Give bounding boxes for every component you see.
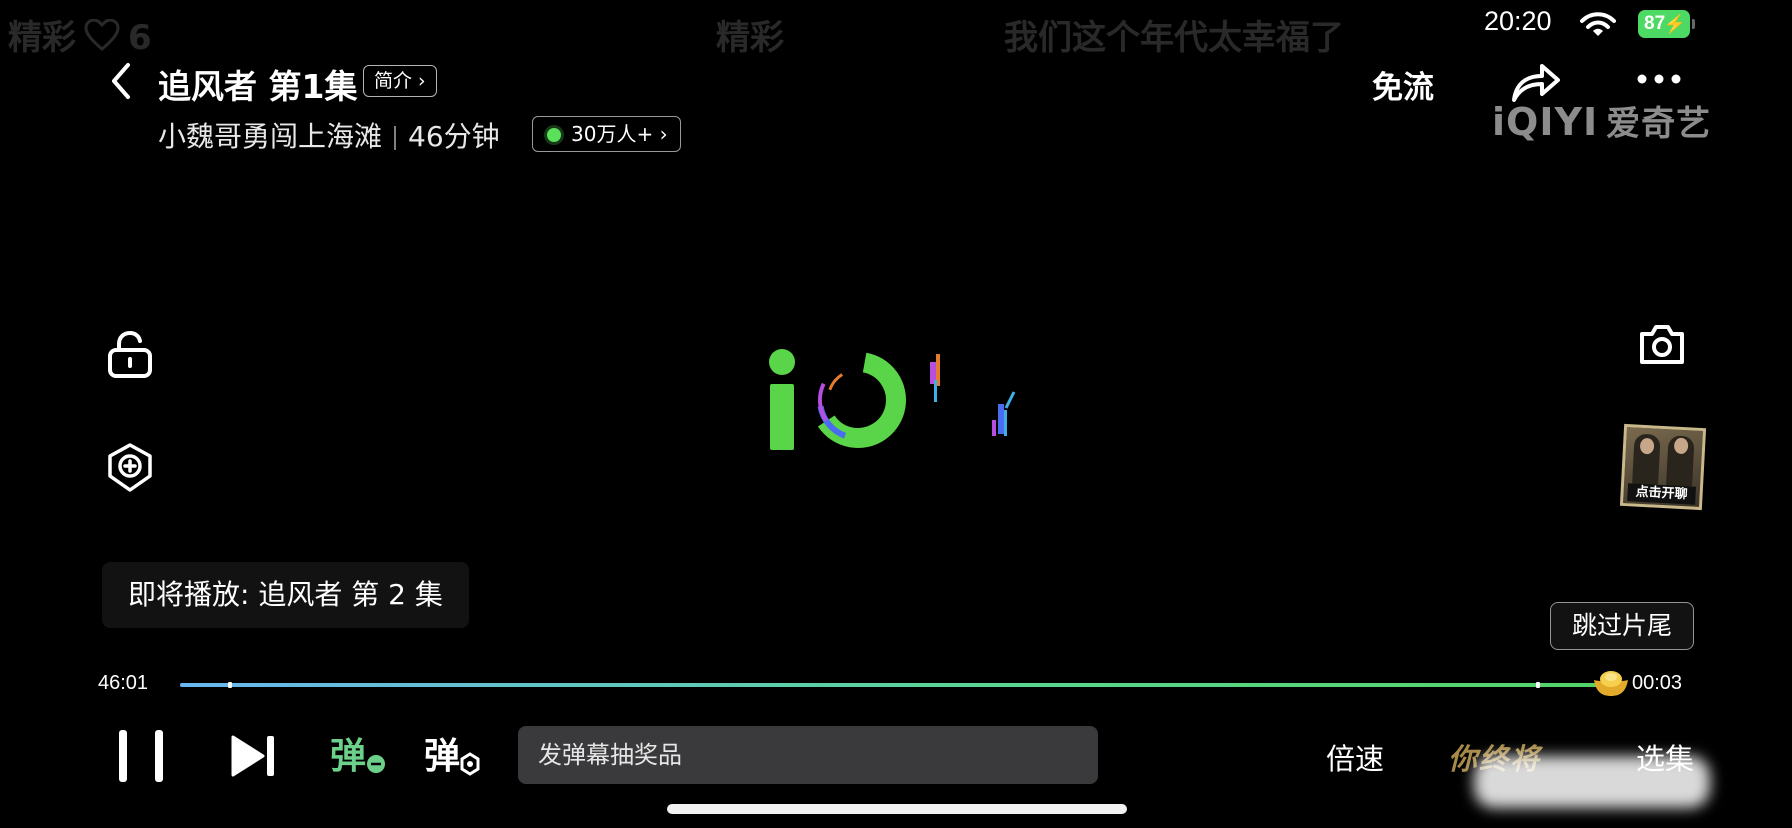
danmaku-like-count: 6	[128, 18, 152, 58]
pause-icon[interactable]	[116, 728, 166, 788]
status-time: 20:20	[1484, 6, 1552, 36]
danmaku-comment: 精彩 6	[8, 10, 152, 60]
elapsed-time: 46:01	[98, 672, 149, 694]
next-up-banner[interactable]: 即将播放: 追风者 第 2 集	[102, 562, 469, 628]
danmaku-text: 精彩	[8, 18, 76, 58]
danmaku-comment: 我们这个年代太幸福了	[1004, 18, 1344, 58]
danmaku-comment: 精彩	[716, 18, 784, 58]
danmaku-settings-icon[interactable]: 弹	[424, 732, 480, 782]
progress-marker[interactable]	[1536, 682, 1540, 688]
battery-cap	[1692, 19, 1695, 29]
watermark-cn: 爱奇艺	[1606, 104, 1712, 144]
remaining-time: 00:03	[1632, 672, 1683, 694]
camera-icon[interactable]	[1638, 322, 1686, 370]
danmaku-toggle-icon[interactable]: 弹	[330, 732, 386, 782]
svg-text:弹: 弹	[424, 736, 460, 777]
progress-thumb-gold-ingot-icon[interactable]	[1592, 668, 1630, 702]
watermark-brand: iQIYI	[1492, 100, 1599, 144]
heart-icon	[84, 18, 120, 60]
battery-level: 87	[1644, 13, 1666, 34]
speed-button[interactable]: 倍速	[1326, 736, 1384, 778]
episode-subtitle: 小魏哥勇闯上海滩 46分钟	[158, 115, 500, 155]
charging-bolt-icon: ⚡	[1663, 14, 1686, 34]
back-icon[interactable]	[106, 62, 138, 100]
episode-duration: 46分钟	[408, 120, 500, 153]
danmaku-input[interactable]	[518, 726, 1098, 784]
chat-thumbnail-label: 点击开聊	[1627, 483, 1697, 505]
viewers-button[interactable]: 30万人+ ›	[532, 116, 681, 152]
progress-fill	[180, 683, 1608, 687]
battery-indicator: 87 ⚡	[1638, 10, 1690, 38]
ai-assistant-icon[interactable]	[106, 442, 154, 498]
skip-outro-button[interactable]: 跳过片尾	[1550, 602, 1694, 650]
iqiyi-watermark: iQIYI 爱奇艺	[1492, 96, 1711, 145]
next-episode-icon[interactable]	[230, 734, 276, 782]
intro-button[interactable]: 简介 ›	[363, 65, 437, 97]
blurred-watermark	[1474, 756, 1710, 808]
episode-name: 小魏哥勇闯上海滩	[158, 120, 383, 153]
free-flow-button[interactable]: 免流	[1372, 62, 1434, 107]
wifi-icon	[1580, 12, 1616, 42]
viewers-count: 30万人+ ›	[571, 122, 668, 146]
center-logo	[768, 348, 1028, 462]
divider	[394, 126, 397, 150]
live-dot-icon	[547, 128, 561, 142]
home-indicator[interactable]	[667, 804, 1127, 814]
video-title: 追风者 第1集	[158, 67, 358, 106]
more-icon[interactable]	[1636, 70, 1682, 89]
progress-marker[interactable]	[228, 682, 232, 688]
progress-bar[interactable]	[180, 682, 1610, 688]
chat-thumbnail-button[interactable]: 点击开聊	[1619, 423, 1707, 511]
lock-icon[interactable]	[106, 330, 154, 382]
svg-text:弹: 弹	[330, 736, 366, 777]
